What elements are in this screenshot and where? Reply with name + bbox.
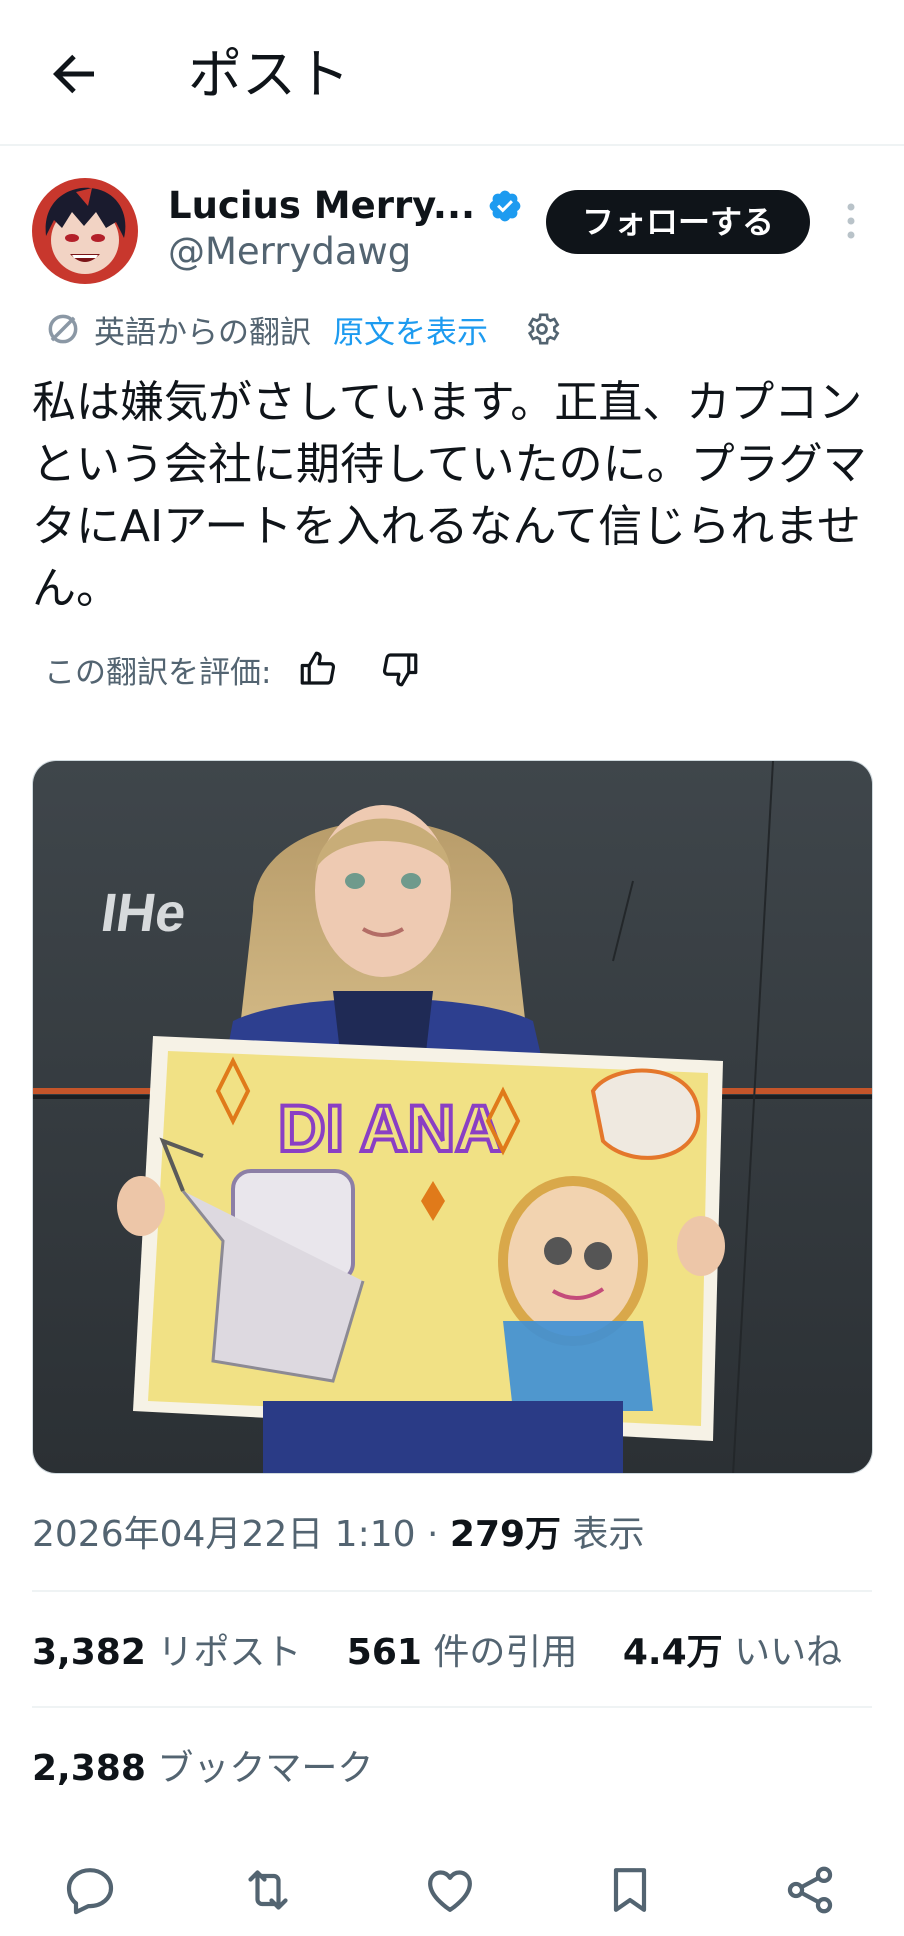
bookmarks-count: 2,388 — [32, 1748, 146, 1789]
bookmarks-label: ブックマーク — [157, 1748, 374, 1789]
repost-icon[interactable] — [240, 1862, 296, 1918]
bookmarks-stat[interactable]: 2,388 ブックマーク — [32, 1740, 373, 1798]
rate-translation-row: この翻訳を評価: — [44, 644, 421, 694]
action-bar — [0, 1852, 904, 1922]
views-label: 表示 — [572, 1514, 645, 1555]
divider — [32, 1706, 872, 1708]
meta-separator: · — [426, 1514, 439, 1555]
thumbs-down-icon[interactable] — [379, 648, 421, 690]
author-display-name[interactable]: Lucius Merry... — [168, 182, 475, 230]
likes-stat[interactable]: 4.4万 いいね — [623, 1632, 842, 1673]
engagement-stats: 3,382 リポスト 561 件の引用 4.4万 いいね — [32, 1624, 876, 1682]
author-handle[interactable]: @Merrydawg — [168, 228, 411, 276]
share-icon[interactable] — [782, 1862, 838, 1918]
likes-count: 4.4万 — [622, 1632, 723, 1673]
svg-text:IHe: IHe — [97, 883, 189, 943]
drawing-text: DI ANA — [278, 1091, 503, 1165]
translation-row: 英語からの翻訳 原文を表示 — [44, 304, 562, 354]
arrow-left-icon — [53, 54, 94, 94]
verified-badge-icon — [489, 190, 521, 222]
reposts-stat[interactable]: 3,382 リポスト — [32, 1632, 301, 1673]
post-meta: 2026年04月22日 1:10 · 279万 表示 — [32, 1506, 645, 1564]
thumbs-up-icon[interactable] — [297, 648, 339, 690]
divider — [32, 1590, 872, 1592]
quotes-stat[interactable]: 561 件の引用 — [347, 1632, 578, 1673]
rate-translation-label: この翻訳を評価: — [44, 654, 272, 691]
post-text: 私は嫌気がさしています。正直、カプコンという会社に期待していたのに。プラグマタに… — [32, 377, 867, 614]
post-image[interactable]: IHe DI ANA — [32, 760, 873, 1474]
follow-button[interactable]: フォローする — [546, 190, 810, 254]
back-button[interactable] — [44, 44, 104, 104]
timestamp[interactable]: 2026年04月22日 1:10 — [32, 1514, 416, 1555]
bookmark-icon[interactable] — [602, 1862, 658, 1918]
more-vertical-icon — [847, 203, 855, 239]
heart-icon[interactable] — [422, 1862, 478, 1918]
quotes-count: 561 — [346, 1632, 422, 1673]
gear-icon[interactable] — [522, 309, 562, 349]
translation-label: 英語からの翻訳 — [94, 314, 311, 351]
avatar[interactable] — [32, 178, 138, 284]
author-name-row[interactable]: Lucius Merry... — [168, 178, 523, 234]
quotes-label: 件の引用 — [433, 1632, 578, 1673]
likes-label: いいね — [734, 1632, 843, 1673]
reposts-label: リポスト — [157, 1632, 302, 1673]
translate-icon — [48, 314, 78, 344]
reposts-count: 3,382 — [32, 1632, 146, 1673]
more-options-button[interactable] — [836, 196, 866, 246]
reply-icon[interactable] — [62, 1862, 118, 1918]
show-original-link[interactable]: 原文を表示 — [333, 307, 488, 352]
page-title: ポスト — [188, 43, 350, 106]
top-bar: ポスト — [0, 0, 904, 146]
views-count: 279万 — [449, 1514, 562, 1555]
